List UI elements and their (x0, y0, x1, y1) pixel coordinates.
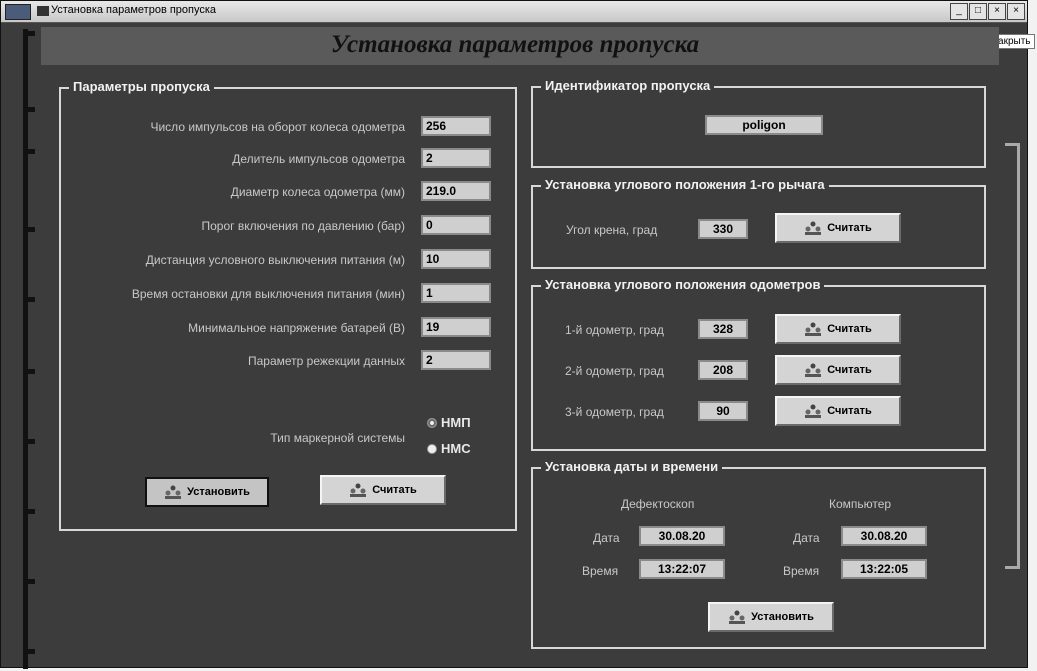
odometer3-label: 3-й одометр, град (565, 405, 664, 419)
param-field-diameter[interactable]: 219.0 (421, 181, 491, 201)
odometer1-read-button[interactable]: Считать (775, 314, 901, 344)
params-set-label: Установить (187, 486, 250, 498)
params-read-button[interactable]: Считать (320, 475, 446, 505)
right-bracket (1005, 143, 1020, 569)
page-title: Установка параметров пропуска (330, 31, 700, 58)
title-bar: Установка параметров пропуска _ □ × × (1, 1, 1027, 23)
odometer1-read-label: Считать (827, 323, 872, 335)
main-window: Установка параметров пропуска _ □ × × За… (0, 0, 1035, 669)
param-label-pressure: Порог включения по давлению (бар) (201, 219, 405, 233)
odometers-group-title: Установка углового положения одометров (541, 277, 825, 292)
param-field-voltage[interactable]: 19 (421, 317, 491, 337)
datetime-set-label: Установить (751, 611, 814, 623)
odometer2-field[interactable]: 208 (698, 360, 748, 380)
datetime-set-button[interactable]: Установить (708, 602, 834, 632)
people-upload-icon (805, 322, 822, 336)
param-label-rejection: Параметр режекции данных (247, 354, 405, 368)
odometer1-label: 1-й одометр, град (565, 323, 664, 337)
lever-read-button[interactable]: Считать (775, 213, 901, 243)
odometer2-label: 2-й одометр, град (565, 364, 664, 378)
radio-nms[interactable]: НМС (427, 441, 471, 456)
radio-nmp-label: НМП (441, 415, 471, 430)
param-label-diameter: Диаметр колеса одометра (мм) (230, 185, 405, 199)
param-label-pulses: Число импульсов на оборот колеса одометр… (150, 120, 405, 134)
odometer3-field[interactable]: 90 (698, 401, 748, 421)
defect-date-field[interactable]: 30.08.20 (639, 526, 725, 546)
maximize-button[interactable]: □ (969, 3, 987, 20)
window-title: Установка параметров пропуска (51, 4, 217, 16)
odometer3-read-label: Считать (827, 405, 872, 417)
window-controls: _ □ × × (950, 3, 1025, 20)
people-upload-icon (729, 610, 746, 624)
close-button[interactable]: × (988, 3, 1006, 20)
defect-date-label: Дата (593, 531, 620, 545)
params-group-title: Параметры пропуска (69, 79, 214, 94)
marker-system-label: Тип маркерной системы (270, 431, 405, 445)
left-rail (21, 29, 37, 669)
pc-time-label: Время (783, 564, 820, 578)
people-upload-icon (350, 483, 367, 497)
computer-title: Компьютер (829, 497, 892, 511)
lever-field[interactable]: 330 (698, 219, 748, 239)
defect-time-field[interactable]: 13:22:07 (639, 559, 725, 579)
people-upload-icon (805, 221, 822, 235)
param-field-stoptime[interactable]: 1 (421, 283, 491, 303)
radio-nmp-dot[interactable] (427, 417, 437, 428)
param-label-distance: Дистанция условного выключения питания (… (145, 253, 405, 267)
window-icon (37, 6, 49, 16)
lever-group-title: Установка углового положения 1-го рычага (541, 177, 829, 192)
app-icon[interactable] (5, 4, 31, 20)
people-upload-icon (805, 404, 822, 418)
pc-date-label: Дата (793, 531, 820, 545)
people-upload-icon (805, 363, 822, 377)
params-read-label: Считать (372, 484, 417, 496)
param-label-stoptime: Время остановки для выключения питания (… (131, 287, 405, 301)
people-upload-icon (165, 485, 182, 499)
param-label-divider: Делитель импульсов одометра (232, 152, 405, 166)
odometer2-read-button[interactable]: Считать (775, 355, 901, 385)
odometer1-field[interactable]: 328 (698, 319, 748, 339)
radio-nmp[interactable]: НМП (427, 415, 471, 430)
outer-close-button[interactable]: × (1007, 3, 1025, 20)
param-field-distance[interactable]: 10 (421, 249, 491, 269)
odometer3-read-button[interactable]: Считать (775, 396, 901, 426)
param-field-pulses[interactable]: 256 (421, 116, 491, 136)
datetime-group-title: Установка даты и времени (541, 459, 723, 474)
pc-date-field[interactable]: 30.08.20 (841, 526, 927, 546)
defectoscope-title: Дефектоскоп (621, 497, 695, 511)
param-field-pressure[interactable]: 0 (421, 215, 491, 235)
identifier-group-title: Идентификатор пропуска (541, 78, 715, 93)
param-label-voltage: Минимальное напряжение батарей (В) (188, 321, 405, 335)
pc-time-field[interactable]: 13:22:05 (841, 559, 927, 579)
param-field-rejection[interactable]: 2 (421, 350, 491, 370)
defect-time-label: Время (582, 564, 619, 578)
radio-nms-label: НМС (441, 441, 471, 456)
params-set-button[interactable]: Установить (145, 477, 269, 507)
odometer2-read-label: Считать (827, 364, 872, 376)
lever-label: Угол крена, град (566, 223, 658, 237)
minimize-button[interactable]: _ (950, 3, 968, 20)
radio-nms-dot[interactable] (427, 443, 437, 454)
param-field-divider[interactable]: 2 (421, 148, 491, 168)
identifier-field[interactable]: poligon (705, 115, 823, 135)
lever-read-label: Считать (827, 222, 872, 234)
